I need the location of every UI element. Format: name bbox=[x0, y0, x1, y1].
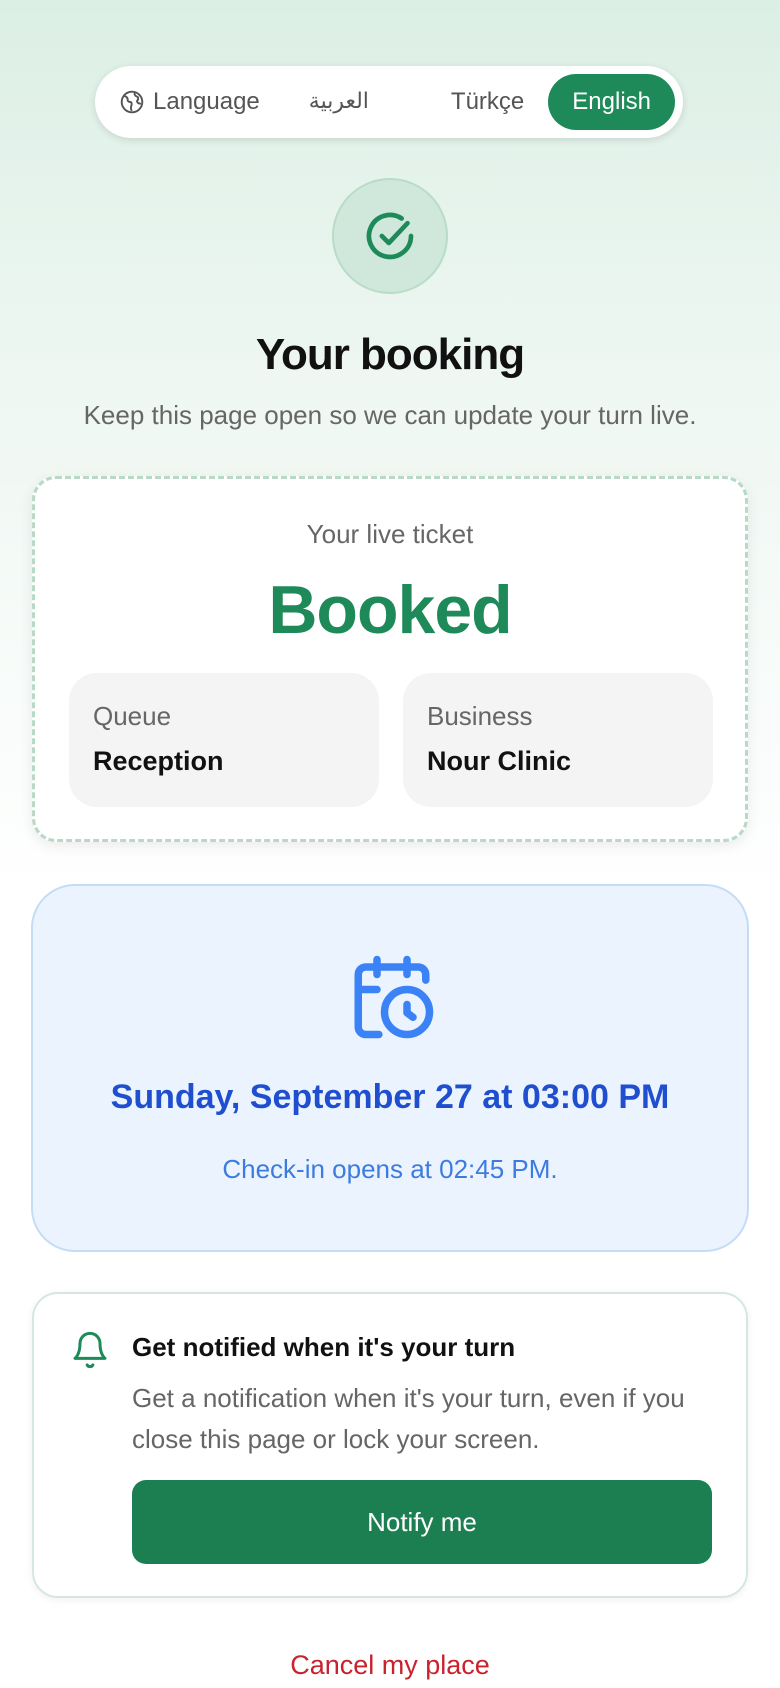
success-badge bbox=[332, 178, 448, 294]
appointment-datetime: Sunday, September 27 at 03:00 PM bbox=[110, 1078, 670, 1116]
notification-title: Get notified when it's your turn bbox=[132, 1332, 516, 1362]
calendar-clock-icon bbox=[354, 955, 434, 1039]
notification-card: Get notified when it's your turn Get a n… bbox=[32, 1292, 748, 1598]
queue-label: Queue bbox=[93, 701, 172, 731]
language-switcher: Language العربية Türkçe English bbox=[95, 66, 683, 138]
business-label: Business bbox=[427, 701, 533, 731]
language-option-arabic[interactable]: العربية bbox=[285, 74, 393, 130]
notify-me-button[interactable]: Notify me bbox=[132, 1480, 712, 1564]
notification-description: Get a notification when it's your turn, … bbox=[132, 1383, 685, 1454]
queue-info: Queue Reception bbox=[69, 673, 379, 807]
appointment-card: Sunday, September 27 at 03:00 PM Check-i… bbox=[31, 884, 749, 1252]
language-label: Language bbox=[119, 88, 263, 116]
ticket-label: Your live ticket bbox=[306, 519, 474, 549]
language-option-english[interactable]: English bbox=[548, 74, 675, 130]
cancel-place-link[interactable]: Cancel my place bbox=[0, 1650, 780, 1681]
business-value: Nour Clinic bbox=[427, 746, 572, 776]
page-subtitle: Keep this page open so we can update you… bbox=[83, 400, 697, 430]
check-circle-icon bbox=[366, 212, 414, 260]
bell-icon bbox=[73, 1331, 107, 1369]
language-option-turkish[interactable]: Türkçe bbox=[427, 74, 548, 130]
page-title: Your booking bbox=[255, 330, 525, 379]
ticket-status: Booked bbox=[268, 572, 512, 648]
queue-value: Reception bbox=[93, 746, 224, 776]
live-ticket-card: Your live ticket Booked Queue Reception … bbox=[32, 476, 748, 842]
checkin-note: Check-in opens at 02:45 PM. bbox=[222, 1154, 558, 1184]
language-label-text: Language bbox=[153, 88, 260, 115]
globe-icon bbox=[120, 90, 144, 114]
business-info: Business Nour Clinic bbox=[403, 673, 713, 807]
